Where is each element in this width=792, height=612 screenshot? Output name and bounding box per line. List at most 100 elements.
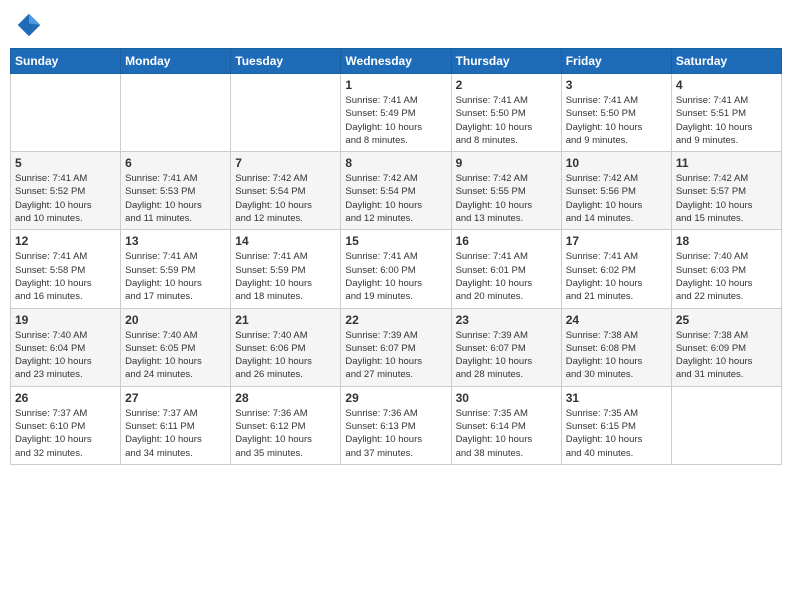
- calendar-cell: 26 Sunrise: 7:37 AM Sunset: 6:10 PM Dayli…: [11, 386, 121, 464]
- day-number: 3: [566, 78, 667, 92]
- calendar-week-row: 1Sunrise: 7:41 AM Sunset: 5:49 PM Daylig…: [11, 74, 782, 152]
- calendar-cell: 13 Sunrise: 7:41 AM Sunset: 5:59 PM Dayli…: [121, 230, 231, 308]
- day-info: Sunrise: 7:36 AM Sunset: 6:13 PM Dayligh…: [345, 407, 446, 460]
- weekday-header: Saturday: [671, 49, 781, 74]
- day-number: 20: [125, 313, 226, 327]
- day-number: 7: [235, 156, 336, 170]
- day-number: 25: [676, 313, 777, 327]
- day-info: Sunrise: 7:38 AM Sunset: 6:08 PM Dayligh…: [566, 329, 667, 382]
- calendar-cell: 14 Sunrise: 7:41 AM Sunset: 5:59 PM Dayli…: [231, 230, 341, 308]
- day-number: 17: [566, 234, 667, 248]
- calendar-cell: 19 Sunrise: 7:40 AM Sunset: 6:04 PM Dayli…: [11, 308, 121, 386]
- calendar-cell: 8Sunrise: 7:42 AM Sunset: 5:54 PM Daylig…: [341, 152, 451, 230]
- calendar-cell: 29 Sunrise: 7:36 AM Sunset: 6:13 PM Dayli…: [341, 386, 451, 464]
- day-info: Sunrise: 7:42 AM Sunset: 5:54 PM Dayligh…: [235, 172, 336, 225]
- calendar-cell: 22 Sunrise: 7:39 AM Sunset: 6:07 PM Dayli…: [341, 308, 451, 386]
- day-number: 13: [125, 234, 226, 248]
- day-number: 18: [676, 234, 777, 248]
- calendar-body: 1Sunrise: 7:41 AM Sunset: 5:49 PM Daylig…: [11, 74, 782, 465]
- calendar-cell: 12Sunrise: 7:41 AM Sunset: 5:58 PM Dayli…: [11, 230, 121, 308]
- calendar-cell: 1Sunrise: 7:41 AM Sunset: 5:49 PM Daylig…: [341, 74, 451, 152]
- day-number: 14: [235, 234, 336, 248]
- weekday-row: SundayMondayTuesdayWednesdayThursdayFrid…: [11, 49, 782, 74]
- calendar-cell: 25 Sunrise: 7:38 AM Sunset: 6:09 PM Dayli…: [671, 308, 781, 386]
- day-info: Sunrise: 7:36 AM Sunset: 6:12 PM Dayligh…: [235, 407, 336, 460]
- day-info: Sunrise: 7:41 AM Sunset: 5:59 PM Dayligh…: [235, 250, 336, 303]
- day-info: Sunrise: 7:41 AM Sunset: 6:01 PM Dayligh…: [456, 250, 557, 303]
- day-info: Sunrise: 7:41 AM Sunset: 5:50 PM Dayligh…: [456, 94, 557, 147]
- day-info: Sunrise: 7:38 AM Sunset: 6:09 PM Dayligh…: [676, 329, 777, 382]
- day-number: 15: [345, 234, 446, 248]
- day-info: Sunrise: 7:42 AM Sunset: 5:55 PM Dayligh…: [456, 172, 557, 225]
- calendar-week-row: 19 Sunrise: 7:40 AM Sunset: 6:04 PM Dayli…: [11, 308, 782, 386]
- day-info: Sunrise: 7:40 AM Sunset: 6:06 PM Dayligh…: [235, 329, 336, 382]
- day-number: 21: [235, 313, 336, 327]
- day-info: Sunrise: 7:41 AM Sunset: 5:52 PM Dayligh…: [15, 172, 116, 225]
- day-info: Sunrise: 7:39 AM Sunset: 6:07 PM Dayligh…: [345, 329, 446, 382]
- calendar-cell: 3Sunrise: 7:41 AM Sunset: 5:50 PM Daylig…: [561, 74, 671, 152]
- day-info: Sunrise: 7:37 AM Sunset: 6:11 PM Dayligh…: [125, 407, 226, 460]
- calendar-table: SundayMondayTuesdayWednesdayThursdayFrid…: [10, 48, 782, 465]
- weekday-header: Monday: [121, 49, 231, 74]
- weekday-header: Wednesday: [341, 49, 451, 74]
- day-info: Sunrise: 7:41 AM Sunset: 6:00 PM Dayligh…: [345, 250, 446, 303]
- day-info: Sunrise: 7:40 AM Sunset: 6:04 PM Dayligh…: [15, 329, 116, 382]
- calendar-cell: 10 Sunrise: 7:42 AM Sunset: 5:56 PM Dayli…: [561, 152, 671, 230]
- calendar-cell: 5 Sunrise: 7:41 AM Sunset: 5:52 PM Daylig…: [11, 152, 121, 230]
- day-number: 9: [456, 156, 557, 170]
- day-number: 8: [345, 156, 446, 170]
- calendar-cell: 27 Sunrise: 7:37 AM Sunset: 6:11 PM Dayli…: [121, 386, 231, 464]
- calendar-cell: 11 Sunrise: 7:42 AM Sunset: 5:57 PM Dayli…: [671, 152, 781, 230]
- day-info: Sunrise: 7:40 AM Sunset: 6:05 PM Dayligh…: [125, 329, 226, 382]
- calendar-week-row: 5 Sunrise: 7:41 AM Sunset: 5:52 PM Daylig…: [11, 152, 782, 230]
- day-info: Sunrise: 7:35 AM Sunset: 6:14 PM Dayligh…: [456, 407, 557, 460]
- weekday-header: Friday: [561, 49, 671, 74]
- day-info: Sunrise: 7:41 AM Sunset: 6:02 PM Dayligh…: [566, 250, 667, 303]
- day-info: Sunrise: 7:35 AM Sunset: 6:15 PM Dayligh…: [566, 407, 667, 460]
- day-number: 29: [345, 391, 446, 405]
- page-header: [10, 10, 782, 40]
- day-number: 28: [235, 391, 336, 405]
- day-info: Sunrise: 7:41 AM Sunset: 5:58 PM Dayligh…: [15, 250, 116, 303]
- calendar-cell: 17 Sunrise: 7:41 AM Sunset: 6:02 PM Dayli…: [561, 230, 671, 308]
- day-info: Sunrise: 7:41 AM Sunset: 5:53 PM Dayligh…: [125, 172, 226, 225]
- calendar-cell: 7 Sunrise: 7:42 AM Sunset: 5:54 PM Daylig…: [231, 152, 341, 230]
- day-number: 27: [125, 391, 226, 405]
- calendar-week-row: 12Sunrise: 7:41 AM Sunset: 5:58 PM Dayli…: [11, 230, 782, 308]
- day-number: 30: [456, 391, 557, 405]
- calendar-cell: 18 Sunrise: 7:40 AM Sunset: 6:03 PM Dayli…: [671, 230, 781, 308]
- day-number: 11: [676, 156, 777, 170]
- day-info: Sunrise: 7:37 AM Sunset: 6:10 PM Dayligh…: [15, 407, 116, 460]
- day-number: 2: [456, 78, 557, 92]
- day-number: 1: [345, 78, 446, 92]
- day-number: 10: [566, 156, 667, 170]
- day-info: Sunrise: 7:41 AM Sunset: 5:51 PM Dayligh…: [676, 94, 777, 147]
- calendar-cell: 20 Sunrise: 7:40 AM Sunset: 6:05 PM Dayli…: [121, 308, 231, 386]
- calendar-header: SundayMondayTuesdayWednesdayThursdayFrid…: [11, 49, 782, 74]
- logo-icon: [14, 10, 44, 40]
- day-number: 5: [15, 156, 116, 170]
- day-number: 19: [15, 313, 116, 327]
- calendar-cell: 24Sunrise: 7:38 AM Sunset: 6:08 PM Dayli…: [561, 308, 671, 386]
- day-info: Sunrise: 7:40 AM Sunset: 6:03 PM Dayligh…: [676, 250, 777, 303]
- weekday-header: Tuesday: [231, 49, 341, 74]
- weekday-header: Sunday: [11, 49, 121, 74]
- weekday-header: Thursday: [451, 49, 561, 74]
- day-number: 16: [456, 234, 557, 248]
- day-number: 31: [566, 391, 667, 405]
- day-info: Sunrise: 7:42 AM Sunset: 5:56 PM Dayligh…: [566, 172, 667, 225]
- day-info: Sunrise: 7:41 AM Sunset: 5:59 PM Dayligh…: [125, 250, 226, 303]
- day-number: 6: [125, 156, 226, 170]
- day-number: 22: [345, 313, 446, 327]
- calendar-cell: 16 Sunrise: 7:41 AM Sunset: 6:01 PM Dayli…: [451, 230, 561, 308]
- calendar-cell: 9 Sunrise: 7:42 AM Sunset: 5:55 PM Daylig…: [451, 152, 561, 230]
- calendar-cell: 28 Sunrise: 7:36 AM Sunset: 6:12 PM Dayli…: [231, 386, 341, 464]
- calendar-cell: 21 Sunrise: 7:40 AM Sunset: 6:06 PM Dayli…: [231, 308, 341, 386]
- calendar-cell: 23Sunrise: 7:39 AM Sunset: 6:07 PM Dayli…: [451, 308, 561, 386]
- calendar-cell: 15 Sunrise: 7:41 AM Sunset: 6:00 PM Dayli…: [341, 230, 451, 308]
- calendar-cell: 30 Sunrise: 7:35 AM Sunset: 6:14 PM Dayli…: [451, 386, 561, 464]
- day-info: Sunrise: 7:39 AM Sunset: 6:07 PM Dayligh…: [456, 329, 557, 382]
- calendar-cell: 31 Sunrise: 7:35 AM Sunset: 6:15 PM Dayli…: [561, 386, 671, 464]
- day-number: 26: [15, 391, 116, 405]
- day-info: Sunrise: 7:42 AM Sunset: 5:57 PM Dayligh…: [676, 172, 777, 225]
